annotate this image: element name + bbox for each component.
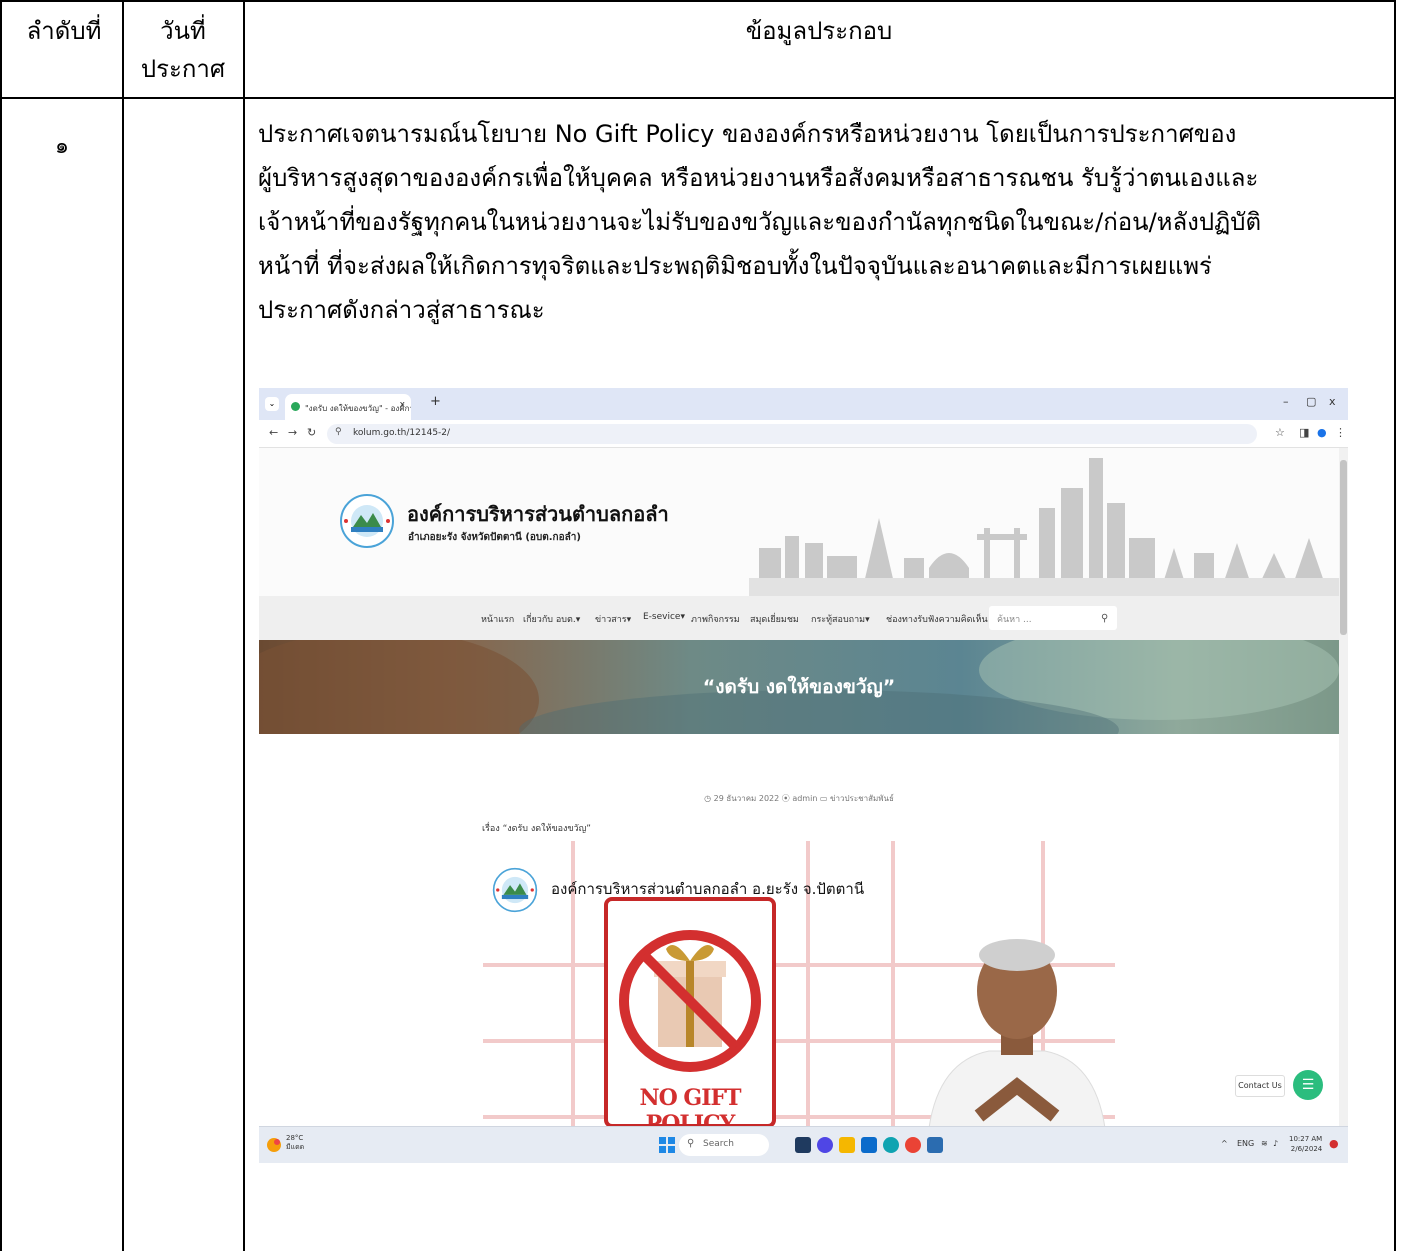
bookmark-star-icon[interactable]: ☆ [1275,426,1285,439]
windows-start-icon[interactable] [659,1137,675,1153]
tab-title: "งดรับ งดให้ของขวัญ" - องค์การบริห [305,404,411,413]
no-gift-text: NO GIFT POLICY [639,1085,741,1128]
org-subtitle: อำเภอยะรัง จังหวัดปัตตานี (อบต.กอลำ) [408,532,581,543]
post-meta: ◷ 29 ธันวาคม 2022 ⦿ admin ▭ ข่าวประชาสัม… [704,794,894,803]
search-placeholder: ค้นหา ... [997,615,1032,625]
profile-icon[interactable]: ● [1317,426,1327,439]
site-info-icon[interactable]: ⚲ [335,427,342,437]
back-arrow-icon[interactable]: ← [269,426,278,439]
search-icon: ⚲ [687,1138,695,1149]
site-header: องค์การบริหารส่วนตำบลกอลำ อำเภอยะรัง จัง… [259,448,1339,596]
new-tab-button[interactable]: + [430,394,441,409]
weather-condition: มีแดด [286,1143,305,1151]
forward-arrow-icon[interactable]: → [288,426,297,439]
search-icon[interactable]: ⚲ [1101,613,1108,624]
address-bar-row: ← → ↻ ⚲ kolum.go.th/12145-2/ ☆ ◨ ● ⋮ [259,420,1348,448]
weather-widget[interactable]: 28°C มีแดด [286,1134,304,1152]
header-date-line2: ประกาศ [140,55,226,83]
clock-time: 10:27 AM [1289,1135,1323,1143]
header-date-line1: วันที่ [160,17,206,45]
weather-temp: 28°C [286,1134,304,1142]
city-skyline-image [749,458,1339,596]
tab-close-icon[interactable]: x [400,400,405,410]
menu-item-about[interactable]: เกี่ยวกับ อบต.▾ [523,612,580,626]
app-icon-copilot[interactable] [795,1137,811,1153]
row-number: ๑ [55,134,69,159]
browser-tab-bar: ⌄ "งดรับ งดให้ของขวัญ" - องค์การบริห x +… [259,388,1348,420]
org-logo-icon [340,494,394,548]
app-icon-teams[interactable] [817,1137,833,1153]
poster-logo-icon [492,867,538,913]
table-header-divider [0,97,1396,99]
edge-icon[interactable] [883,1137,899,1153]
menu-item-feedback[interactable]: ช่องทางรับฟังความคิดเห็น [886,612,988,626]
windows-taskbar: 28°C มีแดด ⚲ Search ^ ENG ≋ ♪ 10:27 AM 2… [259,1126,1348,1163]
tray-chevron-icon[interactable]: ^ [1221,1139,1228,1148]
tab-search-icon[interactable]: ⌄ [265,397,279,411]
org-name: องค์การบริหารส่วนตำบลกอลำ [407,502,669,526]
volume-icon[interactable]: ♪ [1273,1139,1278,1148]
table-top-border [0,0,1396,2]
website-screenshot: ⌄ "งดรับ งดให้ของขวัญ" - องค์การบริห x +… [259,388,1348,1163]
chrome-icon[interactable] [905,1137,921,1153]
language-indicator[interactable]: ENG [1237,1139,1254,1148]
close-window-icon[interactable]: x [1329,395,1336,408]
notification-bell-icon[interactable]: ● [1329,1137,1339,1150]
taskbar-clock[interactable]: 10:27 AM 2/6/2024 [1289,1134,1322,1154]
minimize-icon[interactable]: – [1283,395,1289,408]
page-banner: “งดรับ งดให้ของขวัญ” [259,640,1339,734]
chat-icon[interactable]: ☰ [1293,1070,1323,1100]
page-scrollbar[interactable] [1339,448,1348,1128]
header-info: ข้อมูลประกอบ [745,17,893,45]
word-icon[interactable] [927,1137,943,1153]
more-menu-icon[interactable]: ⋮ [1335,426,1346,439]
header-no: ลำดับที่ [26,17,102,45]
executive-photo [928,939,1106,1128]
table-col-divider-1 [122,0,124,1251]
url-field[interactable]: ⚲ kolum.go.th/12145-2/ [327,424,1257,444]
taskbar-search[interactable]: ⚲ Search [679,1134,769,1156]
no-gift-badge: NO GIFT POLICY [604,897,776,1128]
taskbar-search-label: Search [703,1139,734,1149]
description-line: ประกาศเจตนารมณ์นโยบาย No Gift Policy ของ… [258,120,1237,148]
menu-item-forum[interactable]: กระทู้สอบถาม▾ [811,612,870,626]
menu-item-home[interactable]: หน้าแรก [481,612,514,626]
post-subject: เรื่อง “งดรับ งดให้ของขวัญ” [482,824,591,834]
url-text: kolum.go.th/12145-2/ [353,428,451,438]
no-gift-icon [619,930,761,1072]
favicon-icon [291,402,300,411]
menu-item-gallery[interactable]: ภาพกิจกรรม [691,612,740,626]
row-description: ประกาศเจตนารมณ์นโยบาย No Gift Policy ของ… [258,112,1388,332]
menu-item-guestbook[interactable]: สมุดเยี่ยมชม [750,612,799,626]
restore-icon[interactable]: ▢ [1306,395,1316,408]
folder-icon[interactable] [839,1137,855,1153]
table-col-divider-2 [243,0,245,1251]
description-line: ประกาศดังกล่าวสู่สาธารณะ [258,296,545,324]
site-nav-menu: หน้าแรก เกี่ยวกับ อบต.▾ ข่าวสาร▾ E-sevic… [259,596,1339,640]
sidepanel-icon[interactable]: ◨ [1299,426,1309,439]
browser-tab[interactable]: "งดรับ งดให้ของขวัญ" - องค์การบริห x [285,394,411,420]
table-left-border [0,0,2,1251]
weather-sun-icon[interactable] [265,1136,283,1154]
description-line: ผู้บริหารสูงสุดาขององค์กรเพื่อให้บุคคล ห… [258,164,1259,192]
reload-icon[interactable]: ↻ [307,426,316,439]
clock-date: 2/6/2024 [1290,1145,1323,1153]
table-right-border [1394,0,1396,1251]
banner-title: “งดรับ งดให้ของขวัญ” [702,676,896,698]
poster-image: องค์การบริหารส่วนตำบลกอลำ อ.ยะรัง จ.ปัตต… [483,841,1115,1128]
site-search-input[interactable]: ค้นหา ... ⚲ [989,606,1117,630]
menu-item-eservice[interactable]: E-sevice▾ [643,612,685,622]
store-icon[interactable] [861,1137,877,1153]
contact-us-button[interactable]: Contact Us [1235,1075,1285,1097]
menu-item-news[interactable]: ข่าวสาร▾ [595,612,631,626]
scrollbar-thumb[interactable] [1340,460,1347,635]
description-line: หน้าที่ ที่จะส่งผลให้เกิดการทุจริตและประ… [258,252,1212,280]
wifi-icon[interactable]: ≋ [1261,1139,1268,1148]
description-line: เจ้าหน้าที่ของรัฐทุกคนในหน่วยงานจะไม่รับ… [258,208,1262,236]
